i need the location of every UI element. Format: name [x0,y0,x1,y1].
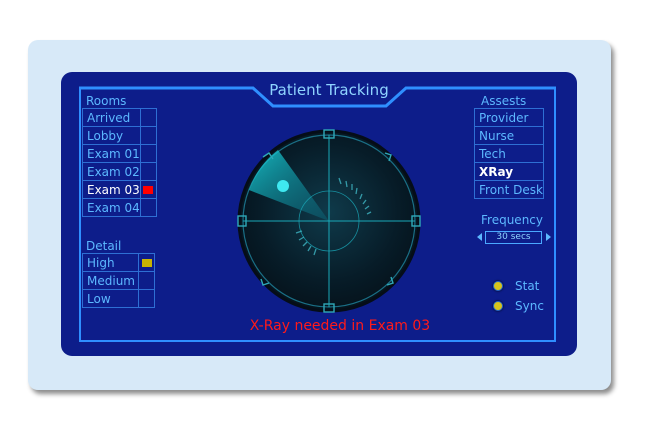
room-item-indicator [139,198,157,217]
alert-message: X-Ray needed in Exam 03 [249,318,431,334]
assets-list: Provider Nurse Tech XRay Front Desk [474,108,544,199]
asset-item[interactable]: Provider [474,108,544,127]
decrease-arrow-icon[interactable] [477,233,482,241]
room-item[interactable]: Exam 01 [82,144,157,163]
room-item[interactable]: Exam 03 [82,180,157,199]
assets-label: Assests [481,94,527,108]
frequency-value: 30 secs [485,231,542,244]
room-item-label: Exam 02 [82,162,141,181]
radar-blip [277,180,289,192]
asset-item-label: Tech [474,144,544,163]
frequency-label: Frequency [481,213,543,227]
room-item-indicator [139,144,157,163]
room-item[interactable]: Lobby [82,126,157,145]
asset-item[interactable]: Front Desk [474,180,544,199]
status-square-icon [141,259,152,267]
detail-item-indicator [138,289,155,308]
radar-display [237,129,421,313]
room-item-label: Lobby [82,126,141,145]
detail-item-indicator [138,253,155,272]
asset-item-label: Nurse [474,126,544,145]
room-item-label: Exam 01 [82,144,141,163]
asset-item[interactable]: Tech [474,144,544,163]
room-item[interactable]: Exam 04 [82,198,157,217]
room-item-indicator [139,108,157,127]
detail-item[interactable]: Low [82,289,155,308]
room-item-label: Exam 04 [82,198,141,217]
increase-arrow-icon[interactable] [546,233,551,241]
room-item-indicator [139,126,157,145]
detail-item-label: Low [82,289,139,308]
sync-label: Sync [515,299,544,313]
room-item-label: Exam 03 [82,180,141,199]
stat-label: Stat [515,279,540,293]
status-square-icon [143,186,154,194]
frequency-stepper[interactable]: 30 secs [477,230,551,244]
asset-item-label: XRay [474,162,544,181]
room-item-label: Arrived [82,108,141,127]
detail-item-label: Medium [82,271,139,290]
detail-item[interactable]: Medium [82,271,155,290]
detail-item[interactable]: High [82,253,155,272]
room-item[interactable]: Exam 02 [82,162,157,181]
room-item-indicator [139,162,157,181]
asset-item[interactable]: Nurse [474,126,544,145]
sync-indicator-icon [493,301,503,311]
room-item-indicator [139,180,157,199]
rooms-label: Rooms [86,94,127,108]
asset-item[interactable]: XRay [474,162,544,181]
detail-item-indicator [138,271,155,290]
detail-list: High Medium Low [82,253,155,308]
asset-item-label: Front Desk [474,180,544,199]
detail-item-label: High [82,253,139,272]
room-item[interactable]: Arrived [82,108,157,127]
detail-label: Detail [86,239,122,253]
asset-item-label: Provider [474,108,544,127]
rooms-list: Arrived Lobby Exam 01 Exam 02 Exam 03 Exam 04 [82,108,157,217]
stat-indicator-icon [493,281,503,291]
page-title: Patient Tracking [269,81,389,99]
